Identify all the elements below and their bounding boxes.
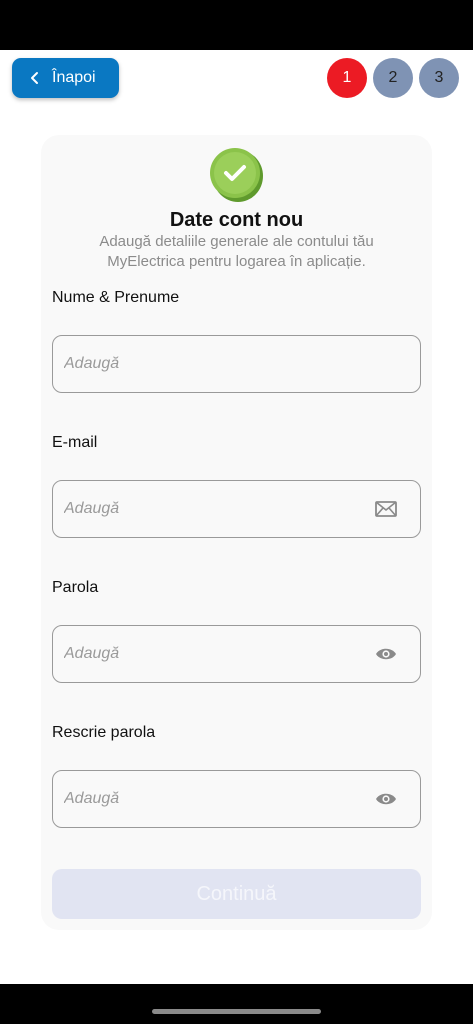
form-card: Date cont nou Adaugă detaliile generale …: [41, 135, 432, 930]
page-subtitle: Adaugă detaliile generale ale contului t…: [99, 233, 374, 270]
confirm-password-input-box[interactable]: [52, 770, 421, 828]
email-label: E-mail: [52, 434, 98, 451]
confirm-password-label: Rescrie parola: [52, 724, 156, 741]
step-1: 1: [327, 58, 367, 98]
eye-icon[interactable]: [374, 642, 398, 666]
envelope-icon: [374, 497, 398, 521]
confirm-password-input[interactable]: [64, 790, 374, 808]
email-input-box[interactable]: [52, 480, 421, 538]
password-input[interactable]: [64, 645, 374, 663]
step-2: 2: [373, 58, 413, 98]
navigation-bar: [0, 984, 473, 1024]
email-input[interactable]: [64, 500, 374, 518]
name-input-box[interactable]: [52, 335, 421, 393]
chevron-left-icon: [31, 72, 38, 84]
name-label: Nume & Prenume: [52, 289, 180, 306]
continue-button[interactable]: Continuă: [52, 869, 421, 919]
eye-icon[interactable]: [374, 787, 398, 811]
step-3: 3: [419, 58, 459, 98]
status-bar: [0, 0, 473, 50]
name-input[interactable]: [64, 355, 408, 373]
success-check-icon: [210, 148, 263, 202]
back-button[interactable]: Înapoi: [12, 58, 119, 98]
password-label: Parola: [52, 579, 99, 596]
page-title: Date cont nou: [169, 209, 304, 231]
password-input-box[interactable]: [52, 625, 421, 683]
back-button-label: Înapoi: [52, 69, 96, 86]
step-indicator: 1 2 3: [327, 58, 459, 98]
home-indicator[interactable]: [152, 1009, 321, 1014]
